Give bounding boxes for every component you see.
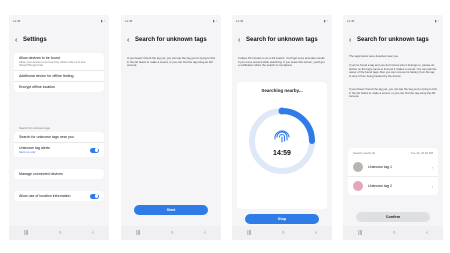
location-toggle[interactable] [90,193,99,199]
app-bar: ‹ Settings [15,36,105,44]
status-bar: 11:45 ▮ ◔ [13,19,105,24]
page-title: Search for unknown tags [246,37,318,43]
page-title: Search for unknown tags [135,37,207,43]
setting-location-info[interactable]: Allow use of location information [14,191,104,201]
navigation-bar: ||| ○ ‹ [121,226,221,240]
stop-button[interactable]: Stop [245,214,319,224]
tag-name: Unknown tag 2 [368,184,392,188]
setting-manage-devices[interactable]: Manage connected devices [14,169,104,179]
section-caption: Search for unknown tags [14,123,104,132]
setting-encrypt-location[interactable]: Encrypt offline location [14,82,104,92]
results-date: Tue 23, 20:20 PM [410,151,433,155]
tag-name: Unknown tag 1 [368,165,392,169]
navigation-bar: ||| ○ ‹ [232,226,332,240]
setting-label: Additional device for offline finding [19,74,74,79]
status-bar: 11:45 ▮ ◔ [125,19,217,24]
status-icons: ▮ ◔ [434,19,439,23]
back-icon[interactable]: ‹ [204,230,206,236]
app-bar: ‹ Search for unknown tags [349,36,439,44]
status-bar: 11:45 ▮ ◔ [236,19,328,24]
recents-icon[interactable]: ||| [247,230,251,236]
back-arrow-icon[interactable]: ‹ [238,37,246,44]
results-found-help: If you've found a tag and you don't know… [349,63,437,78]
home-icon[interactable]: ○ [171,230,174,236]
results-not-found-help: If you haven't found the tag yet, you ca… [349,87,437,99]
navigation-bar: ||| ○ ‹ [9,226,109,240]
countdown-timer: 14:59 [273,150,291,157]
results-header: Search results (2) Tue 23, 20:20 PM [348,148,438,158]
settings-card-manage: Manage connected devices [14,169,104,179]
setting-label: Encrypt offline location [19,85,56,90]
setting-description: Allow your device to be found by others … [19,60,87,68]
recents-icon[interactable]: ||| [358,230,362,236]
home-icon[interactable]: ○ [59,230,62,236]
settings-card-top: Allow devices to be found Allow your dev… [14,53,104,93]
results-count: Search results (2) [353,151,376,155]
recents-icon[interactable]: ||| [136,230,140,236]
settings-card-location: Allow use of location information [14,191,104,201]
status-time: 11:45 [347,19,355,23]
search-progress-card: Searching nearby... 14:59 [237,82,327,209]
tag-icon [353,162,363,172]
status-time: 11:45 [236,19,244,23]
start-button[interactable]: Start [134,205,208,215]
search-start-screen: 11:45 ▮ ◔ ‹ Search for unknown tags If y… [121,15,221,240]
back-arrow-icon[interactable]: ‹ [15,37,23,44]
instructions-text: If you haven't found the tag yet, you ca… [127,56,215,68]
list-item[interactable]: Unknown tag 2 › [348,177,438,195]
back-icon[interactable]: ‹ [92,230,94,236]
chevron-right-icon: › [431,183,433,189]
search-results-screen: 11:45 ▮ ◔ ‹ Search for unknown tags The … [343,15,443,240]
back-icon[interactable]: ‹ [426,230,428,236]
page-title: Settings [23,37,47,43]
setting-label: Allow use of location information [19,194,71,198]
status-bar: 11:45 ▮ ◔ [347,19,439,24]
results-intro: The tags below were detected near you. [349,54,399,58]
setting-additional-device[interactable]: Additional device for offline finding [14,71,104,83]
setting-label: Search for unknown tags near you [19,135,74,139]
navigation-bar: ||| ○ ‹ [343,226,443,240]
back-arrow-icon[interactable]: ‹ [349,37,357,44]
setting-value: Alert me only [19,150,36,154]
chevron-right-icon: › [431,164,433,170]
recents-icon[interactable]: ||| [24,230,28,236]
home-icon[interactable]: ○ [393,230,396,236]
settings-card-unknown-tags: Search for unknown tags near you Unknown… [14,132,104,158]
status-icons: ▮ ◔ [212,19,217,23]
status-time: 11:45 [13,19,21,23]
tag-icon [353,181,363,191]
back-arrow-icon[interactable]: ‹ [127,37,135,44]
list-item[interactable]: Unknown tag 1 › [348,158,438,177]
home-icon[interactable]: ○ [282,230,285,236]
settings-screen: 11:45 ▮ ◔ ‹ Settings Allow devices to be… [9,15,109,240]
app-bar: ‹ Search for unknown tags [127,36,217,44]
searching-label: Searching nearby... [261,88,303,93]
fingerprint-icon [274,130,290,143]
setting-unknown-tag-alerts[interactable]: Unknown tag alerts Alert me only [14,143,104,157]
results-card: Search results (2) Tue 23, 20:20 PM Unkn… [348,148,438,195]
confirm-button[interactable]: Confirm [356,212,430,222]
progress-ring [249,107,315,174]
app-bar: ‹ Search for unknown tags [238,36,328,44]
alerts-toggle[interactable] [90,147,99,153]
instructions-text: It takes 15 minutes to do a full search.… [238,56,325,68]
searching-screen: 11:45 ▮ ◔ ‹ Search for unknown tags It t… [232,15,332,240]
setting-label: Manage connected devices [19,172,63,176]
status-time: 11:45 [125,19,133,23]
page-title: Search for unknown tags [357,37,429,43]
status-icons: ▮ ◔ [323,19,328,23]
setting-search-unknown-tags[interactable]: Search for unknown tags near you [14,132,104,143]
back-icon[interactable]: ‹ [315,230,317,236]
setting-allow-devices-found[interactable]: Allow devices to be found Allow your dev… [14,53,104,72]
status-icons: ▮ ◔ [100,19,105,23]
